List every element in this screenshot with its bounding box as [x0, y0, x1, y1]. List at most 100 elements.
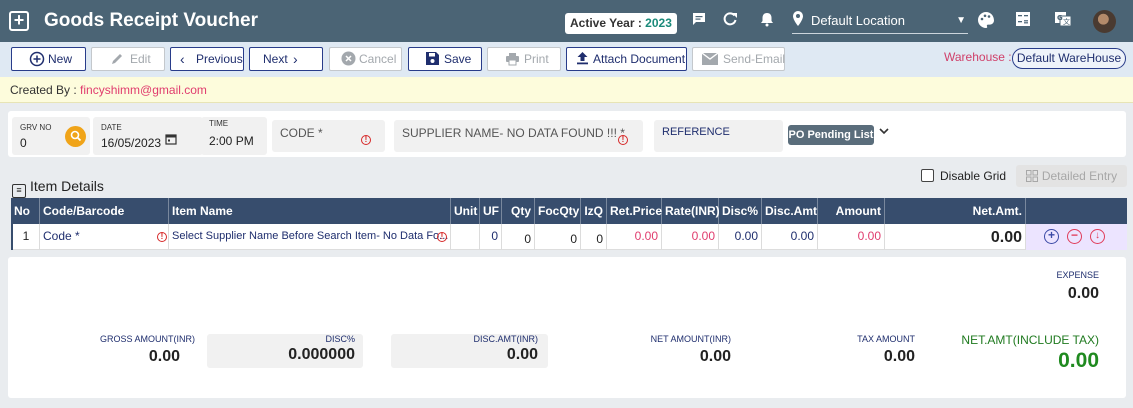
column-header: Amount	[818, 198, 885, 224]
warning-icon: !	[157, 232, 167, 242]
arrow-down-icon[interactable]: ↓	[1090, 229, 1105, 244]
save-label: Save	[444, 52, 472, 66]
next-label: Next	[263, 52, 288, 66]
disc-amt-cell[interactable]: 0.00	[762, 224, 818, 250]
disc-pct-label: DISC%	[325, 334, 355, 344]
edit-label: Edit	[130, 52, 151, 66]
totals-panel: EXPENSE 0.00 GROSS AMOUNT(INR) 0.00 DISC…	[8, 257, 1126, 398]
add-icon[interactable]: +	[9, 11, 29, 31]
rate-cell[interactable]: 0.00	[662, 224, 719, 250]
next-button[interactable]: Next ›	[249, 47, 323, 71]
active-year-value: 2023	[645, 16, 672, 30]
add-circle-icon	[29, 49, 45, 72]
palette-icon[interactable]	[976, 11, 996, 31]
upload-icon	[576, 49, 589, 70]
voucher-header-panel: GRV NO 0 DATE 16/05/2023 TIME 2:00 PM CO…	[8, 111, 1126, 157]
new-button[interactable]: New	[11, 47, 86, 71]
item-name-cell[interactable]: Select Supplier Name Before Search Item-…	[169, 224, 451, 250]
bell-icon[interactable]	[757, 11, 777, 31]
search-icon[interactable]	[65, 126, 86, 147]
floppy-icon	[425, 49, 440, 71]
date-label: DATE	[101, 123, 122, 132]
net-amt-include-tax-value: 0.00	[1058, 349, 1099, 372]
warning-icon: !	[618, 135, 628, 145]
avatar[interactable]	[1093, 10, 1116, 33]
disc-amt-field[interactable]: DISC.AMT(INR) 0.00	[391, 334, 548, 368]
remove-row-icon[interactable]: −	[1067, 229, 1082, 244]
disc-pct-value: 0.000000	[288, 346, 355, 363]
chevron-down-icon[interactable]	[878, 124, 890, 140]
location-select[interactable]: Default Location ▼	[792, 8, 968, 34]
tax-amount-value: 0.00	[883, 348, 915, 365]
grv-no-value: 0	[20, 136, 27, 150]
disc-pct-field[interactable]: DISC% 0.000000	[207, 334, 363, 368]
svg-text:文: 文	[1063, 17, 1070, 26]
cancel-button[interactable]: Cancel	[329, 47, 402, 71]
uf-cell[interactable]: 0	[480, 224, 502, 250]
grid-header: No Code/Barcode Item Name Unit UF Qty Fo…	[11, 198, 1127, 224]
code-field[interactable]: CODE * !	[272, 120, 385, 152]
previous-label: Previous	[196, 52, 243, 66]
calculator-icon[interactable]	[1013, 11, 1033, 31]
item-grid: No Code/Barcode Item Name Unit UF Qty Fo…	[11, 198, 1127, 250]
checkbox[interactable]	[921, 169, 934, 182]
chat-icon[interactable]	[689, 11, 709, 31]
unit-cell[interactable]	[451, 224, 480, 250]
net-amount-label: NET AMOUNT(INR)	[650, 334, 731, 344]
pencil-icon	[110, 49, 124, 71]
chevron-left-icon: ‹	[180, 51, 185, 67]
send-email-button[interactable]: Send-Email	[692, 47, 785, 71]
grv-no-label: GRV NO	[20, 123, 52, 132]
warehouse-label: Warehouse :	[944, 50, 1012, 64]
item-name-value: Select Supplier Name Before Search Item-…	[172, 230, 449, 242]
table-row[interactable]: 1 Code * ! Select Supplier Name Before S…	[11, 224, 1127, 250]
column-header: Qty	[502, 198, 535, 224]
column-header: Code/Barcode	[40, 198, 169, 224]
detailed-entry-button[interactable]: Detailed Entry	[1016, 165, 1127, 187]
translate-icon[interactable]: G文	[1053, 11, 1073, 31]
time-field[interactable]: TIME 2:00 PM	[201, 117, 267, 155]
column-header: FocQty	[535, 198, 581, 224]
expense-value[interactable]: 0.00	[968, 285, 1099, 303]
active-year-badge: Active Year : 2023	[565, 13, 677, 34]
previous-button[interactable]: ‹ Previous	[170, 47, 244, 71]
send-email-label: Send-Email	[723, 52, 786, 66]
disable-grid-checkbox[interactable]: Disable Grid	[921, 169, 1006, 183]
column-header: Ret.Price	[607, 198, 662, 224]
date-field[interactable]: DATE 16/05/2023	[93, 117, 203, 155]
supplier-name-field[interactable]: SUPPLIER NAME- NO DATA FOUND !!! * !	[394, 120, 643, 152]
net-amount-value: 0.00	[699, 348, 731, 365]
add-row-icon[interactable]: +	[1044, 229, 1059, 244]
foc-qty-cell[interactable]: 0	[535, 224, 581, 250]
attach-label: Attach Document	[593, 52, 686, 66]
izq-cell[interactable]: 0	[581, 224, 607, 250]
time-value: 2:00 PM	[209, 134, 254, 148]
qty-cell[interactable]: 0	[502, 224, 535, 250]
gross-amount-label: GROSS AMOUNT(INR)	[99, 334, 195, 344]
code-cell[interactable]: Code * !	[40, 224, 169, 250]
ret-price-cell[interactable]: 0.00	[607, 224, 662, 250]
calendar-icon[interactable]	[165, 132, 177, 150]
edit-button[interactable]: Edit	[91, 47, 165, 71]
print-button[interactable]: Print	[487, 47, 561, 71]
attach-document-button[interactable]: Attach Document	[566, 47, 687, 71]
cancel-icon	[341, 49, 356, 71]
column-header: Item Name	[169, 198, 451, 224]
warning-icon: !	[437, 232, 447, 242]
disc-pct-cell[interactable]: 0.00	[719, 224, 762, 250]
refresh-icon[interactable]	[720, 11, 740, 31]
grid-icon	[1025, 167, 1038, 189]
time-label: TIME	[209, 119, 229, 128]
item-details-label: Item Details	[30, 178, 104, 194]
column-header: Rate(INR)	[662, 198, 720, 224]
column-header: IzQ	[581, 198, 607, 224]
reference-field[interactable]: REFERENCE	[654, 120, 783, 152]
grv-no-field[interactable]: GRV NO 0	[12, 117, 90, 155]
warning-icon: !	[361, 135, 371, 145]
warehouse-select[interactable]: Default WareHouse	[1012, 48, 1126, 69]
po-pending-list-button[interactable]: PO Pending List	[788, 125, 874, 145]
top-bar: + Goods Receipt Voucher Active Year : 20…	[0, 0, 1133, 42]
tax-amount-label: TAX AMOUNT	[857, 334, 915, 344]
save-button[interactable]: Save	[408, 47, 482, 71]
detailed-entry-label: Detailed Entry	[1041, 169, 1118, 183]
